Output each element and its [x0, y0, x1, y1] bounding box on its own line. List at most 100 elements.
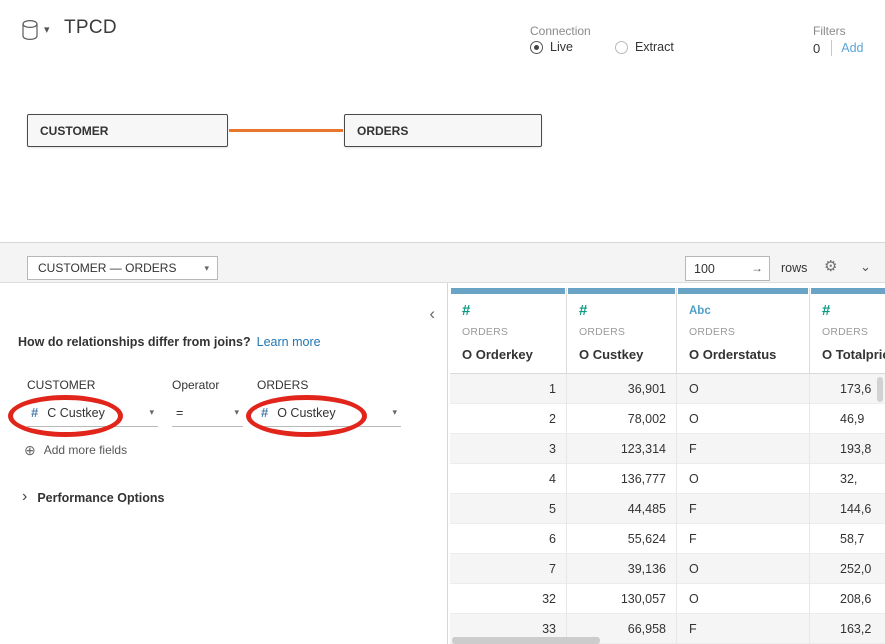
grid-cell: 136,777 [566, 464, 676, 494]
grid-cell: 173,6 [809, 374, 885, 404]
performance-options-toggle[interactable]: › Performance Options [22, 491, 164, 505]
data-preview-grid: # ORDERS O Orderkey # ORDERS O Custkey A… [450, 283, 885, 644]
relationship-selector[interactable]: CUSTOMER — ORDERS ▾ [27, 256, 218, 280]
filters-divider [831, 40, 832, 56]
filters-row: 0 Add [813, 40, 863, 56]
plus-circle-icon: ⊕ [24, 443, 36, 457]
grid-cell: 44,485 [566, 494, 676, 524]
grid-cell: 3 [450, 434, 566, 464]
live-radio[interactable] [530, 41, 543, 54]
grid-cell: 32 [450, 584, 566, 614]
grid-cell: O [676, 404, 809, 434]
grid-cell: O [676, 584, 809, 614]
grid-cell: 5 [450, 494, 566, 524]
left-field-value: # C Custkey [27, 405, 105, 420]
column-header-o-custkey[interactable]: # ORDERS O Custkey [566, 288, 676, 373]
caret-down-icon: ▾ [44, 23, 50, 36]
question-text: How do relationships differ from joins? [18, 335, 251, 349]
add-more-fields-button[interactable]: ⊕ Add more fields [24, 443, 127, 457]
rows-label: rows [781, 261, 807, 275]
caret-down-icon: ▾ [392, 407, 401, 418]
table-row: 5 44,485 F 144,6 [450, 494, 885, 524]
datasource-page: ▾ TPCD Connection Live Extract Filters 0… [0, 0, 885, 644]
operator-dropdown[interactable]: = ▾ [172, 399, 243, 427]
number-type-icon: # [579, 302, 676, 322]
grid-cell: 36,901 [566, 374, 676, 404]
vertical-scrollbar[interactable] [877, 377, 883, 402]
grid-cell: 6 [450, 524, 566, 554]
gear-icon[interactable]: ⚙ [824, 259, 837, 274]
database-menu-button[interactable]: ▾ [20, 19, 50, 46]
grid-cell: F [676, 614, 809, 644]
number-type-icon: # [822, 302, 885, 322]
right-field-value: # O Custkey [257, 405, 336, 420]
live-radio-label[interactable]: Live [550, 40, 573, 54]
right-field-dropdown[interactable]: # O Custkey ▾ [257, 399, 401, 427]
table-row: 6 55,624 F 58,7 [450, 524, 885, 554]
grid-cell: 123,314 [566, 434, 676, 464]
extract-radio-label[interactable]: Extract [635, 40, 674, 54]
chevron-right-icon: › [22, 489, 27, 505]
grid-cell: 1 [450, 374, 566, 404]
performance-options-label: Performance Options [37, 491, 164, 505]
chevron-down-icon[interactable]: ⌄ [860, 259, 871, 275]
column-header-o-orderkey[interactable]: # ORDERS O Orderkey [450, 288, 566, 373]
grid-cell: O [676, 464, 809, 494]
canvas-table-customer[interactable]: CUSTOMER [27, 114, 228, 147]
left-table-label: CUSTOMER [27, 378, 95, 392]
grid-cell: 39,136 [566, 554, 676, 584]
left-field-dropdown[interactable]: # C Custkey ▾ [27, 399, 158, 427]
add-more-fields-label: Add more fields [44, 443, 127, 457]
table-row: 7 39,136 O 252,0 [450, 554, 885, 584]
column-header-body: # ORDERS O Orderkey [450, 294, 566, 373]
grid-cell: 208,6 [809, 584, 885, 614]
grid-cell: 163,2 [809, 614, 885, 644]
extract-radio[interactable] [615, 41, 628, 54]
grid-cell: O [676, 554, 809, 584]
connection-label: Connection [530, 24, 591, 38]
column-field-name: O Orderkey [462, 347, 566, 362]
relationship-question: How do relationships differ from joins? L… [18, 335, 321, 349]
number-type-icon: # [31, 405, 38, 420]
column-table-caption: ORDERS [689, 326, 809, 338]
relationship-noodle[interactable] [229, 129, 343, 132]
number-type-icon: # [261, 405, 268, 420]
table-row: 32 130,057 O 208,6 [450, 584, 885, 614]
filters-label: Filters [813, 24, 846, 38]
grid-cell: F [676, 494, 809, 524]
column-header-body: # ORDERS O Totalprice [810, 294, 885, 373]
canvas-table-orders[interactable]: ORDERS [344, 114, 542, 147]
grid-cell: 193,8 [809, 434, 885, 464]
table-row: 4 136,777 O 32, [450, 464, 885, 494]
string-type-icon: Abc [689, 302, 809, 322]
learn-more-link[interactable]: Learn more [257, 335, 321, 349]
grid-cell: 46,9 [809, 404, 885, 434]
column-header-o-totalprice[interactable]: # ORDERS O Totalprice [809, 288, 885, 373]
grid-cell: F [676, 434, 809, 464]
column-header-o-orderstatus[interactable]: Abc ORDERS O Orderstatus [676, 288, 809, 373]
grid-cell: 7 [450, 554, 566, 584]
add-filter-link[interactable]: Add [841, 41, 863, 55]
horizontal-scrollbar[interactable] [452, 637, 600, 644]
column-field-name: O Totalprice [822, 347, 885, 362]
grid-cell: 78,002 [566, 404, 676, 434]
operator-value: = [172, 406, 183, 420]
caret-down-icon: ▾ [149, 407, 158, 418]
collapse-pane-icon[interactable]: ‹ [429, 305, 435, 322]
database-icon [20, 19, 40, 46]
column-table-caption: ORDERS [462, 326, 566, 338]
grid-cell: 252,0 [809, 554, 885, 584]
column-table-caption: ORDERS [822, 326, 885, 338]
column-header-body: Abc ORDERS O Orderstatus [677, 294, 809, 373]
left-field-text: C Custkey [47, 406, 105, 420]
row-limit-field: → [685, 256, 770, 281]
table-row: 3 123,314 F 193,8 [450, 434, 885, 464]
number-type-icon: # [462, 302, 566, 322]
table-row: 2 78,002 O 46,9 [450, 404, 885, 434]
apply-row-limit-icon[interactable]: → [751, 261, 763, 275]
grid-cell: 2 [450, 404, 566, 434]
connection-radio-group: Live Extract [530, 40, 674, 54]
right-table-label: ORDERS [257, 378, 308, 392]
grid-cell: 130,057 [566, 584, 676, 614]
operator-label: Operator [172, 378, 219, 392]
